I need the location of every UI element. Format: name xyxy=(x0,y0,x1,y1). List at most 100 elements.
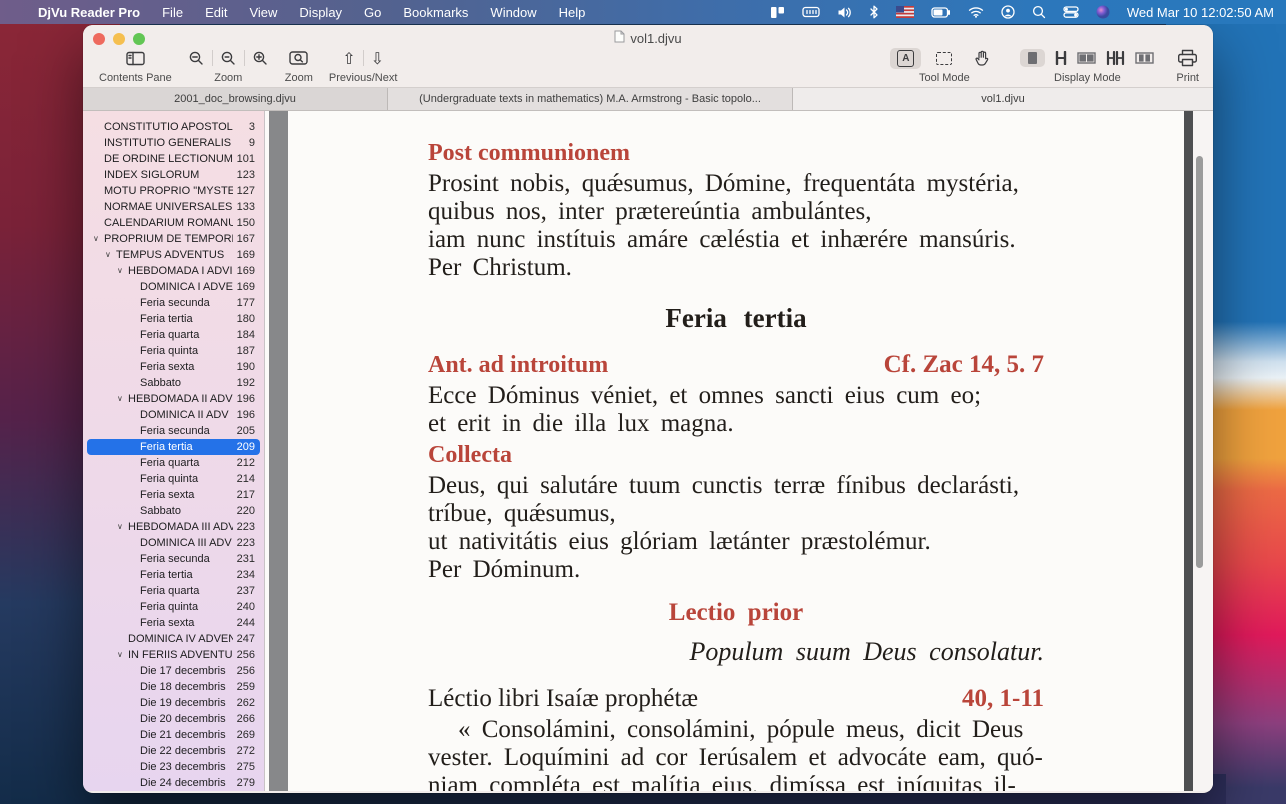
scrollbar-thumb[interactable] xyxy=(1196,156,1203,568)
toc-item-page: 256 xyxy=(237,649,260,661)
toc-item[interactable]: Feria quinta187 xyxy=(87,343,260,359)
doc-line: Deus, qui salutáre tuum cunctis terræ fí… xyxy=(428,472,1044,500)
toc-item[interactable]: Die 24 decembris279 xyxy=(87,775,260,791)
menu-bookmarks[interactable]: Bookmarks xyxy=(403,5,468,20)
toc-item[interactable]: ∨IN FERIIS ADVENTU256 xyxy=(87,647,260,663)
tab-doc-browsing[interactable]: 2001_doc_browsing.djvu xyxy=(83,88,388,110)
control-center-icon[interactable] xyxy=(1063,6,1079,18)
screen: DjVu Reader Pro File Edit View Display G… xyxy=(0,0,1286,804)
menu-go[interactable]: Go xyxy=(364,5,381,20)
toc-item[interactable]: NORMAE UNIVERSALES133 xyxy=(87,199,260,215)
toc-item[interactable]: Feria quarta184 xyxy=(87,327,260,343)
toc-item-label: INSTITUTIO GENERALIS xyxy=(104,137,245,149)
toc-item[interactable]: Feria secunda205 xyxy=(87,423,260,439)
zoom-reset-button[interactable] xyxy=(220,50,237,67)
toc-item[interactable]: DOMINICA III ADV223 xyxy=(87,535,260,551)
toc-item[interactable]: Feria sexta190 xyxy=(87,359,260,375)
menu-file[interactable]: File xyxy=(162,5,183,20)
toc-item[interactable]: Feria quinta240 xyxy=(87,599,260,615)
toc-item[interactable]: DOMINICA I ADVE169 xyxy=(87,279,260,295)
toolbar-right: A Tool Mode Display Mode xyxy=(890,47,1199,84)
scrollbar-track[interactable] xyxy=(1193,111,1213,791)
volume-icon[interactable] xyxy=(837,6,852,19)
menu-help[interactable]: Help xyxy=(559,5,586,20)
toc-item[interactable]: Feria quarta237 xyxy=(87,583,260,599)
toc-item[interactable]: ∨HEBDOMADA I ADVI169 xyxy=(87,263,260,279)
siri-icon[interactable] xyxy=(1096,5,1110,19)
tab-basic-topology[interactable]: (Undergraduate texts in mathematics) M.A… xyxy=(388,88,793,110)
print-button[interactable] xyxy=(1177,49,1198,67)
next-page-button[interactable]: ⇩ xyxy=(371,49,384,68)
wifi-icon[interactable] xyxy=(968,6,984,18)
toc-item[interactable]: Die 18 decembris259 xyxy=(87,679,260,695)
doc-line: Prosint nobis, quǽsumus, Dómine, frequen… xyxy=(428,170,1044,198)
toc-item[interactable]: Feria sexta217 xyxy=(87,487,260,503)
toc-item[interactable]: Feria tertia234 xyxy=(87,567,260,583)
toc-item[interactable]: CONSTITUTIO APOSTOL3 xyxy=(87,119,260,135)
toc-item[interactable]: ∨PROPRIUM DE TEMPORE167 xyxy=(87,231,260,247)
toc-item[interactable]: Die 20 decembris266 xyxy=(87,711,260,727)
text-select-tool-button[interactable]: A xyxy=(890,48,921,69)
spotlight-icon[interactable] xyxy=(1032,5,1046,19)
toc-item[interactable]: Feria secunda177 xyxy=(87,295,260,311)
toc-item[interactable]: INDEX SIGLORUM123 xyxy=(87,167,260,183)
previous-page-button[interactable]: ⇧ xyxy=(342,49,355,68)
chevron-down-icon[interactable]: ∨ xyxy=(117,519,128,535)
toc-item[interactable]: Die 22 decembris272 xyxy=(87,743,260,759)
toc-item[interactable]: ∨TEMPUS ADVENTUS169 xyxy=(87,247,260,263)
battery-icon[interactable] xyxy=(931,7,951,18)
toc-item[interactable]: Feria secunda231 xyxy=(87,551,260,567)
keyboard-icon[interactable] xyxy=(802,6,820,18)
window-tiling-icon[interactable] xyxy=(770,6,785,19)
input-source-flag-icon[interactable] xyxy=(896,6,914,18)
toc-item[interactable]: INSTITUTIO GENERALIS9 xyxy=(87,135,260,151)
chevron-down-icon[interactable]: ∨ xyxy=(117,391,128,407)
toc-item[interactable]: Die 19 decembris262 xyxy=(87,695,260,711)
toc-item[interactable]: Die 17 decembris256 xyxy=(87,663,260,679)
account-icon[interactable] xyxy=(1001,5,1015,19)
toc-item[interactable]: ∨HEBDOMADA III ADV223 xyxy=(87,519,260,535)
toc-item[interactable]: Feria quarta212 xyxy=(87,455,260,471)
toc-item[interactable]: Sabbato220 xyxy=(87,503,260,519)
facing-continuous-mode-button[interactable] xyxy=(1106,51,1125,65)
toc-item[interactable]: DOMINICA IV ADVEN247 xyxy=(87,631,260,647)
chevron-down-icon[interactable]: ∨ xyxy=(93,231,104,247)
menu-app-name[interactable]: DjVu Reader Pro xyxy=(38,5,140,20)
toc-item[interactable]: Die 21 decembris269 xyxy=(87,727,260,743)
continuous-mode-button[interactable] xyxy=(1055,51,1067,65)
toc-item[interactable]: DOMINICA II ADV196 xyxy=(87,407,260,423)
doc-line: Per Dóminum. xyxy=(428,556,1044,584)
menu-view[interactable]: View xyxy=(249,5,277,20)
toc-item[interactable]: CALENDARIUM ROMANU150 xyxy=(87,215,260,231)
book-mode-button[interactable] xyxy=(1135,51,1154,65)
rect-select-tool-button[interactable] xyxy=(929,50,959,67)
toc-item[interactable]: Feria quinta214 xyxy=(87,471,260,487)
menu-display[interactable]: Display xyxy=(299,5,342,20)
toc-item[interactable]: Sabbato192 xyxy=(87,375,260,391)
contents-pane-button[interactable] xyxy=(126,51,145,66)
chevron-down-icon[interactable]: ∨ xyxy=(117,263,128,279)
toc-item[interactable]: Feria sexta244 xyxy=(87,615,260,631)
toc-item[interactable]: Die 23 decembris275 xyxy=(87,759,260,775)
menubar-clock[interactable]: Wed Mar 10 12:02:50 AM xyxy=(1127,5,1274,20)
toc-item[interactable]: DE ORDINE LECTIONUM101 xyxy=(87,151,260,167)
zoom-in-button[interactable] xyxy=(252,50,269,67)
toc-item[interactable]: Feria tertia180 xyxy=(87,311,260,327)
toc-item[interactable]: ∨HEBDOMADA II ADV196 xyxy=(87,391,260,407)
toc-item[interactable]: MOTU PROPRIO "MYSTE127 xyxy=(87,183,260,199)
marquee-zoom-button[interactable] xyxy=(289,50,309,66)
zoom-out-button[interactable] xyxy=(188,50,205,67)
menu-edit[interactable]: Edit xyxy=(205,5,227,20)
toc-item-label: Feria secunda xyxy=(140,425,233,437)
chevron-down-icon[interactable]: ∨ xyxy=(117,647,128,663)
toc-item[interactable]: Feria tertia209 xyxy=(87,439,260,455)
hand-tool-button[interactable] xyxy=(967,48,998,69)
menu-window[interactable]: Window xyxy=(490,5,536,20)
toc-item-page: 247 xyxy=(237,633,260,645)
bluetooth-icon[interactable] xyxy=(869,5,879,19)
tab-vol1[interactable]: vol1.djvu xyxy=(793,88,1213,110)
menu-bar: DjVu Reader Pro File Edit View Display G… xyxy=(0,0,1286,24)
chevron-down-icon[interactable]: ∨ xyxy=(105,247,116,263)
single-page-mode-button[interactable] xyxy=(1020,49,1045,67)
facing-pages-mode-button[interactable] xyxy=(1077,51,1096,65)
